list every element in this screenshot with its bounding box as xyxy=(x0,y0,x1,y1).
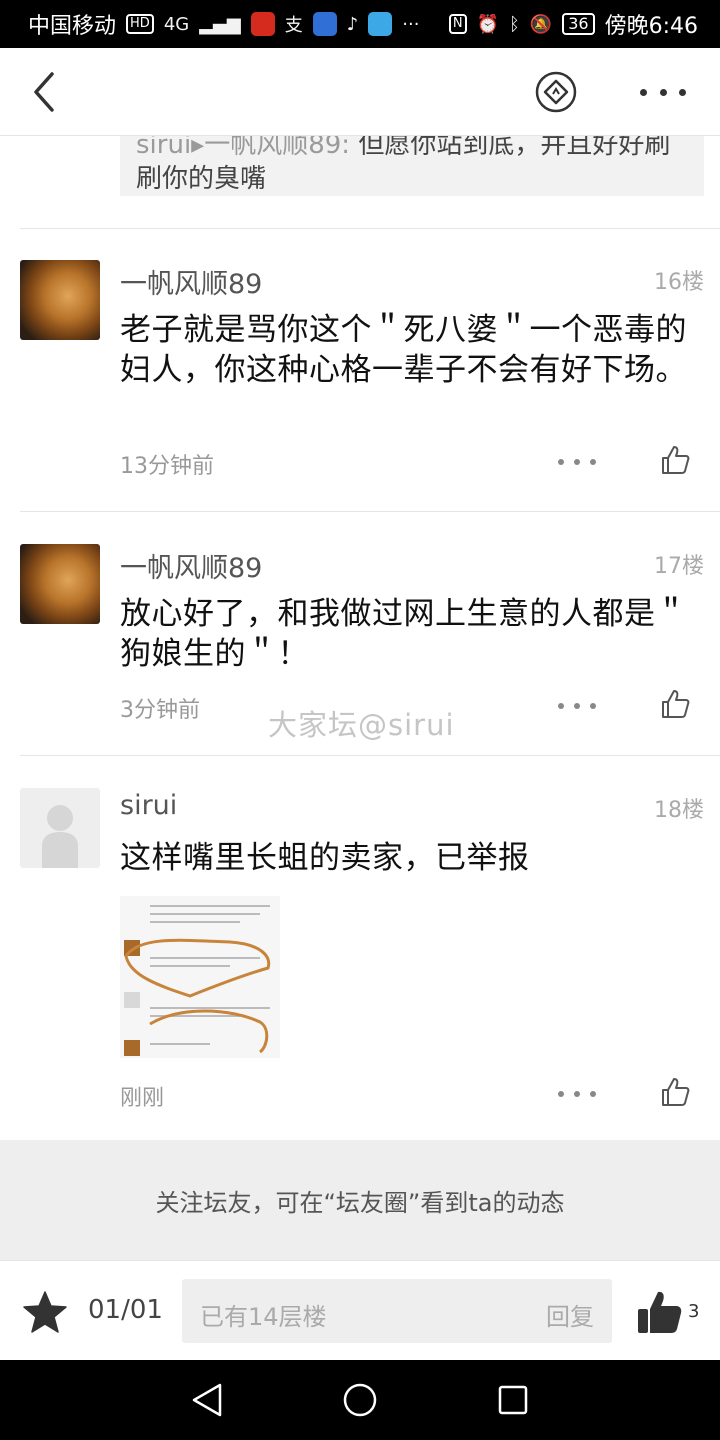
alarm-icon: ⏰ xyxy=(476,13,499,35)
battery-icon: 36 xyxy=(562,13,595,35)
triangle-back-icon xyxy=(192,1383,222,1417)
post-username[interactable]: 一帆风顺89 xyxy=(120,546,262,585)
post-more-button[interactable] xyxy=(558,456,596,468)
post-floor-16: 一帆风顺89 16楼 老子就是骂你这个＂死八婆＂一个恶毒的妇人，你这种心格一辈子… xyxy=(0,260,720,510)
system-recents-button[interactable] xyxy=(497,1384,529,1416)
alipay-icon: 支 xyxy=(284,15,303,36)
dot-icon xyxy=(590,459,596,465)
signal-icon: ▂▄▆ xyxy=(199,13,241,35)
floor-number: 17楼 xyxy=(654,554,704,579)
dot-icon xyxy=(558,1091,564,1097)
bluetooth-icon: ᛒ xyxy=(509,13,520,35)
post-time: 3分钟前 xyxy=(120,698,200,723)
system-home-button[interactable] xyxy=(342,1382,378,1418)
favorite-button[interactable] xyxy=(22,1289,68,1335)
post-more-button[interactable] xyxy=(558,700,596,712)
nfc-icon: N xyxy=(448,14,467,34)
post-image-thumbnail[interactable] xyxy=(120,896,280,1058)
dot-icon xyxy=(640,88,647,96)
thumbs-up-icon xyxy=(662,446,690,474)
thread-like-button[interactable] xyxy=(636,1289,684,1335)
more-options-button[interactable] xyxy=(640,70,686,114)
sina-app-icon xyxy=(250,12,275,36)
dot-icon xyxy=(558,459,564,465)
quoted-user: sirui▸一帆风顺89: xyxy=(136,136,351,160)
post-body: 放心好了，和我做过网上生意的人都是＂狗娘生的＂！ xyxy=(120,596,687,672)
like-button[interactable] xyxy=(660,444,692,476)
like-count: 3 xyxy=(688,1301,700,1322)
telegram-icon xyxy=(368,12,393,36)
thread-content: sirui▸一帆风顺89: 但愿你站到底，并且好好刷刷你的臭嘴 一帆风顺89 1… xyxy=(0,136,720,1140)
dot-icon xyxy=(590,703,596,709)
screenshot-thumbnail-icon xyxy=(120,896,280,1058)
avatar[interactable] xyxy=(20,788,100,868)
floor-number: 16楼 xyxy=(654,270,704,295)
share-diamond-icon xyxy=(535,71,577,113)
post-more-button[interactable] xyxy=(558,1088,596,1100)
dot-icon xyxy=(574,703,580,709)
quoted-reply: sirui▸一帆风顺89: 但愿你站到底，并且好好刷刷你的臭嘴 xyxy=(120,136,704,196)
thumbs-up-icon xyxy=(662,1078,690,1106)
dot-icon xyxy=(574,459,580,465)
system-back-button[interactable] xyxy=(190,1382,224,1418)
follow-banner-text: 关注坛友，可在“坛友圈”看到ta的动态 xyxy=(155,1188,565,1217)
dot-icon xyxy=(558,703,564,709)
page-indicator[interactable]: 01/01 xyxy=(88,1295,163,1325)
post-time: 13分钟前 xyxy=(120,454,214,479)
star-icon xyxy=(23,1291,67,1333)
reply-placeholder: 已有14层楼 xyxy=(200,1303,327,1331)
post-floor-18: sirui 18楼 这样嘴里长蛆的卖家，已举报 刚刚 xyxy=(0,788,720,1128)
post-body: 老子就是骂你这个＂死八婆＂一个恶毒的妇人，你这种心格一辈子不会有好下场。 xyxy=(120,312,687,388)
like-button[interactable] xyxy=(660,1076,692,1108)
like-button[interactable] xyxy=(660,688,692,720)
thumbs-up-filled-icon xyxy=(638,1291,682,1333)
back-button[interactable] xyxy=(26,70,66,114)
dot-icon xyxy=(679,88,686,96)
reply-input[interactable]: 已有14层楼 回复 xyxy=(182,1279,612,1343)
dot-icon xyxy=(659,88,667,96)
floor-number: 18楼 xyxy=(654,798,704,823)
default-avatar-icon xyxy=(42,805,78,868)
network-label: 4G xyxy=(163,13,190,35)
watermark: 大家坛@sirui xyxy=(268,708,455,742)
reply-button[interactable]: 回复 xyxy=(546,1297,594,1332)
post-time: 刚刚 xyxy=(120,1086,165,1111)
thumbs-up-icon xyxy=(662,690,690,718)
more-notifications-icon: ··· xyxy=(402,13,420,35)
dot-icon xyxy=(574,1091,580,1097)
status-bar: 中国移动 HD 4G ▂▄▆ 支 ♪ ··· N ⏰ ᛒ 🔕 36 傍晚6:46 xyxy=(0,0,720,48)
share-button[interactable] xyxy=(534,70,578,114)
top-navigation xyxy=(0,48,720,136)
app-notification-icon xyxy=(312,12,337,36)
divider xyxy=(20,511,720,512)
follow-banner[interactable]: 关注坛友，可在“坛友圈”看到ta的动态 xyxy=(0,1140,720,1260)
post-username[interactable]: sirui xyxy=(120,790,177,821)
clock: 傍晚6:46 xyxy=(604,14,698,39)
square-recents-icon xyxy=(498,1385,528,1415)
avatar[interactable] xyxy=(20,260,100,340)
bottom-action-bar: 01/01 已有14层楼 回复 3 xyxy=(0,1260,720,1360)
system-navigation-bar xyxy=(0,1360,720,1440)
tiktok-icon: ♪ xyxy=(346,13,359,35)
post-username[interactable]: 一帆风顺89 xyxy=(120,262,262,301)
mute-icon: 🔕 xyxy=(529,13,553,35)
divider xyxy=(20,228,720,229)
circle-home-icon xyxy=(343,1383,377,1417)
chevron-left-icon xyxy=(34,72,54,112)
divider xyxy=(20,755,720,756)
carrier-label: 中国移动 xyxy=(28,14,117,39)
avatar[interactable] xyxy=(20,544,100,624)
post-body: 这样嘴里长蛆的卖家，已举报 xyxy=(120,840,530,876)
dot-icon xyxy=(590,1091,596,1097)
hd-icon: HD xyxy=(126,14,154,34)
